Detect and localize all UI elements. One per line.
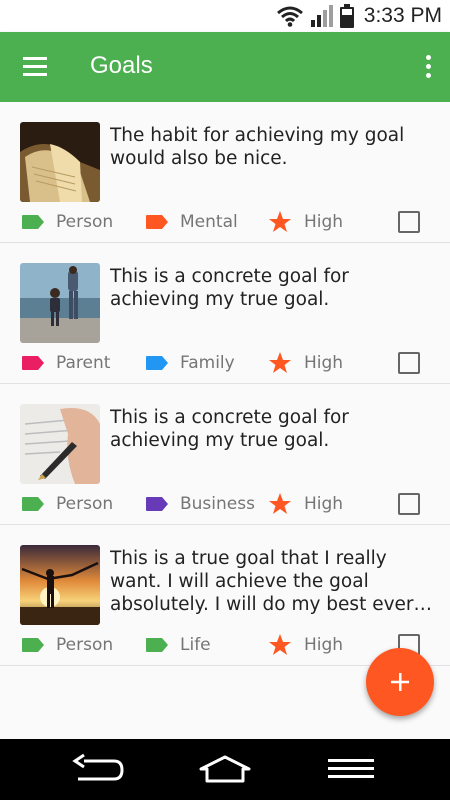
tag-label: Person <box>56 635 114 655</box>
tag-label: Person <box>56 494 114 514</box>
app-bar: Goals <box>0 32 450 102</box>
system-nav-bar <box>0 739 450 800</box>
page-title: Goals <box>90 52 153 79</box>
menu-icon-line <box>23 73 47 76</box>
tag-icon <box>22 497 44 511</box>
tag-icon <box>146 356 168 370</box>
tag-label: Business <box>180 494 255 514</box>
overflow-menu-button[interactable] <box>420 52 436 82</box>
priority-label: High <box>304 635 344 655</box>
status-icons: 3:33 PM <box>276 2 442 30</box>
menu-icon-line <box>23 65 47 68</box>
tag-label: Person <box>56 212 114 232</box>
plus-icon <box>391 673 409 691</box>
priority: High <box>268 492 343 516</box>
menu-button[interactable] <box>20 54 50 80</box>
priority: High <box>268 351 343 375</box>
goal-meta: Person Life High <box>22 633 432 657</box>
tag-label: Parent <box>56 353 111 373</box>
star-icon <box>269 352 291 373</box>
goal-meta: Person Mental High <box>22 210 432 234</box>
goal-item[interactable]: This is a concrete goal for achieving my… <box>0 243 450 384</box>
battery-icon <box>339 4 354 28</box>
tag-icon <box>146 638 168 652</box>
overflow-dot <box>426 73 431 78</box>
overflow-dot <box>426 64 431 69</box>
goal-text: The habit for achieving my goal would al… <box>110 125 405 169</box>
goal-text: This is a true goal that I really want. … <box>110 548 425 615</box>
goal-meta: Parent Family High <box>22 351 432 375</box>
goal-list: The habit for achieving my goal would al… <box>0 102 450 666</box>
goal-item[interactable]: The habit for achieving my goal would al… <box>0 102 450 243</box>
star-icon <box>269 634 291 655</box>
overflow-dot <box>426 55 431 60</box>
back-icon <box>72 753 124 781</box>
tag-label: Life <box>180 635 211 655</box>
goal-checkbox[interactable] <box>398 211 420 233</box>
goal-meta: Person Business High <box>22 492 432 516</box>
tag: Mental <box>146 210 238 234</box>
tag-icon <box>22 638 44 652</box>
tag-icon <box>22 356 44 370</box>
tag: Person <box>22 633 113 657</box>
goal-thumbnail-sunset <box>20 545 100 625</box>
goal-thumbnail-book <box>20 122 100 202</box>
home-button[interactable] <box>197 751 253 789</box>
status-time: 3:33 PM <box>363 4 442 27</box>
tag: Family <box>146 351 235 375</box>
status-bar: 3:33 PM <box>0 0 450 32</box>
goal-item[interactable]: This is a concrete goal for achieving my… <box>0 384 450 525</box>
tag: Person <box>22 210 113 234</box>
priority-label: High <box>304 353 344 373</box>
goal-thumbnail-writing <box>20 404 100 484</box>
wifi-icon <box>276 6 303 27</box>
home-icon <box>199 755 251 783</box>
tag-label: Family <box>180 353 235 373</box>
goal-text: This is a concrete goal for achieving my… <box>110 407 349 451</box>
recents-menu-icon <box>328 759 374 778</box>
menu-icon-line <box>23 57 47 60</box>
priority: High <box>268 210 343 234</box>
priority-label: High <box>304 494 344 514</box>
recent-apps-button[interactable] <box>326 751 378 789</box>
tag-icon <box>22 215 44 229</box>
tag-icon <box>146 497 168 511</box>
tag-icon <box>146 215 168 229</box>
priority-label: High <box>304 212 344 232</box>
tag-label: Mental <box>180 212 238 232</box>
tag: Parent <box>22 351 110 375</box>
tag: Person <box>22 492 113 516</box>
priority: High <box>268 633 343 657</box>
signal-icon <box>310 5 333 27</box>
goal-item[interactable]: This is a true goal that I really want. … <box>0 525 450 666</box>
back-button[interactable] <box>70 751 126 789</box>
goal-thumbnail-family <box>20 263 100 343</box>
star-icon <box>269 211 291 232</box>
tag: Business <box>146 492 255 516</box>
goal-checkbox[interactable] <box>398 352 420 374</box>
tag: Life <box>146 633 211 657</box>
add-goal-button[interactable] <box>366 648 434 716</box>
star-icon <box>269 493 291 514</box>
goal-checkbox[interactable] <box>398 493 420 515</box>
goal-text: This is a concrete goal for achieving my… <box>110 266 349 310</box>
